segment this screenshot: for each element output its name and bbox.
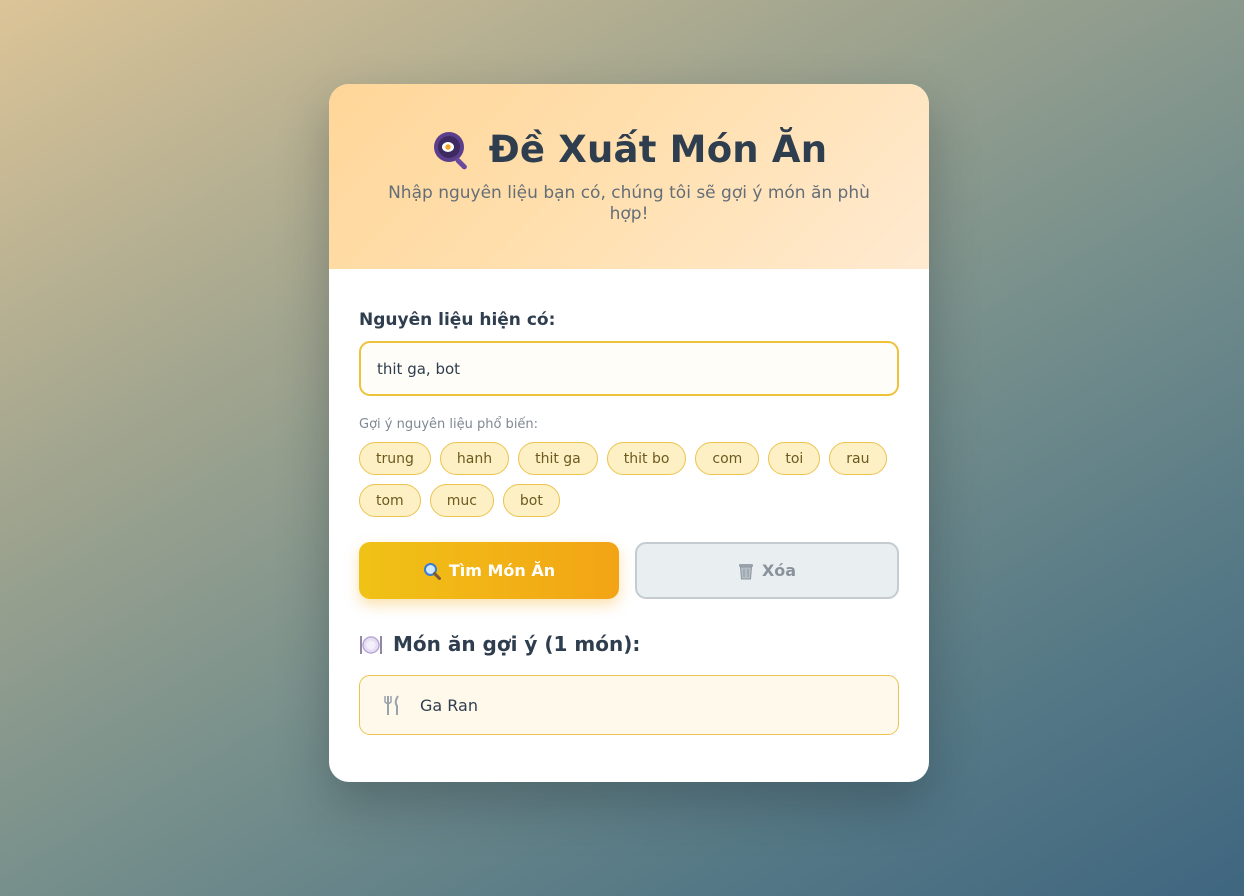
- ingredient-chips: trung hanh thit ga thit bo com toi rau t…: [359, 442, 899, 517]
- search-button-label: Tìm Món Ăn: [448, 561, 556, 580]
- page-subtitle: Nhập nguyên liệu bạn có, chúng tôi sẽ gợ…: [388, 183, 870, 224]
- clear-button[interactable]: Xóa: [635, 542, 899, 599]
- page-title: Đề Xuất Món Ăn: [488, 128, 828, 171]
- plate-cutlery-icon: [359, 633, 383, 655]
- ingredients-input[interactable]: [359, 341, 899, 396]
- fork-knife-icon: [384, 694, 402, 716]
- frying-pan-icon: [431, 129, 473, 171]
- wastebasket-icon: [738, 562, 754, 580]
- magnifier-icon: [423, 562, 441, 580]
- chip-thit-bo[interactable]: thit bo: [606, 442, 687, 475]
- title-row: Đề Xuất Món Ăn: [329, 128, 929, 171]
- action-buttons: Tìm Món Ăn Xóa: [359, 542, 899, 599]
- suggestions-hint: Gợi ý nguyên liệu phổ biến:: [359, 417, 539, 432]
- clear-button-label: Xóa: [761, 561, 797, 580]
- ingredients-label: Nguyên liệu hiện có:: [359, 310, 556, 330]
- chip-trung[interactable]: trung: [359, 442, 431, 475]
- chip-muc[interactable]: muc: [429, 484, 494, 517]
- chip-toi[interactable]: toi: [768, 442, 821, 475]
- results-heading: Món ăn gợi ý (1 món):: [359, 632, 899, 656]
- recipe-card: Đề Xuất Món Ăn Nhập nguyên liệu bạn có, …: [329, 84, 929, 782]
- chip-bot[interactable]: bot: [502, 484, 560, 517]
- card-body: Nguyên liệu hiện có: Gợi ý nguyên liệu p…: [329, 310, 929, 735]
- result-item[interactable]: Ga Ran: [359, 675, 899, 735]
- results-title: Món ăn gợi ý (1 món):: [393, 632, 641, 656]
- search-button[interactable]: Tìm Món Ăn: [359, 542, 619, 599]
- chip-rau[interactable]: rau: [829, 442, 887, 475]
- chip-com[interactable]: com: [695, 442, 760, 475]
- chip-thit-ga[interactable]: thit ga: [518, 442, 598, 475]
- chip-tom[interactable]: tom: [359, 484, 421, 517]
- card-header: Đề Xuất Món Ăn Nhập nguyên liệu bạn có, …: [329, 84, 929, 269]
- result-item-name: Ga Ran: [420, 695, 478, 715]
- chip-hanh[interactable]: hanh: [439, 442, 510, 475]
